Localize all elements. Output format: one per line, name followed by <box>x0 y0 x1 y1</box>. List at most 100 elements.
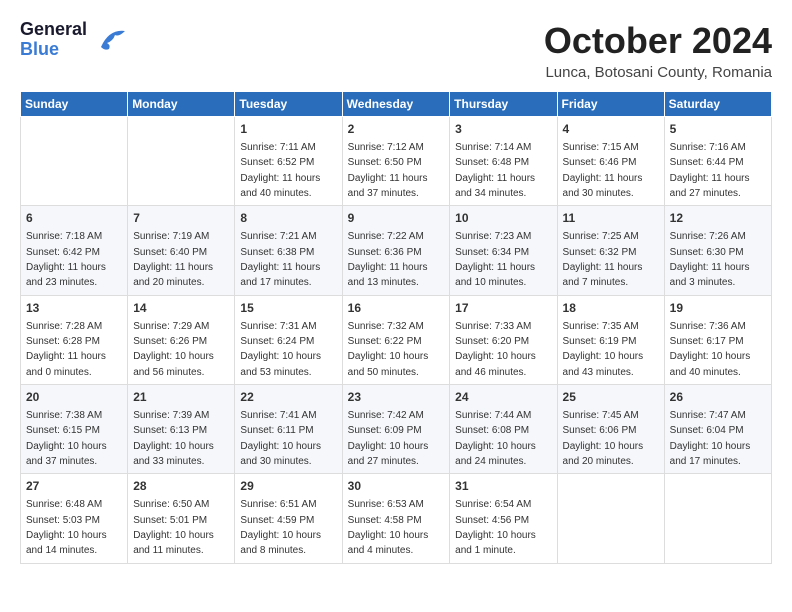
day-daylight: Daylight: 11 hours and 3 minutes. <box>670 262 750 288</box>
calendar-week-row: 6Sunrise: 7:18 AMSunset: 6:42 PMDaylight… <box>21 206 772 295</box>
logo-blue: Blue <box>20 40 87 60</box>
day-sunrise: Sunrise: 7:22 AM <box>348 231 424 242</box>
weekday-header-row: SundayMondayTuesdayWednesdayThursdayFrid… <box>21 92 772 117</box>
day-sunset: Sunset: 6:28 PM <box>26 336 100 347</box>
day-number: 16 <box>348 300 445 317</box>
calendar-cell: 30Sunrise: 6:53 AMSunset: 4:58 PMDayligh… <box>342 474 450 563</box>
day-sunrise: Sunrise: 7:21 AM <box>240 231 316 242</box>
day-number: 27 <box>26 478 122 495</box>
day-daylight: Daylight: 11 hours and 30 minutes. <box>563 173 643 199</box>
day-sunrise: Sunrise: 7:28 AM <box>26 321 102 332</box>
day-sunset: Sunset: 6:06 PM <box>563 425 637 436</box>
calendar-cell <box>128 117 235 206</box>
day-number: 24 <box>455 389 551 406</box>
day-number: 15 <box>240 300 336 317</box>
day-sunrise: Sunrise: 6:48 AM <box>26 499 102 510</box>
day-sunset: Sunset: 6:13 PM <box>133 425 207 436</box>
day-sunrise: Sunrise: 7:12 AM <box>348 142 424 153</box>
day-number: 10 <box>455 210 551 227</box>
day-daylight: Daylight: 11 hours and 10 minutes. <box>455 262 535 288</box>
day-daylight: Daylight: 11 hours and 37 minutes. <box>348 173 428 199</box>
calendar-cell <box>664 474 771 563</box>
day-sunset: Sunset: 6:15 PM <box>26 425 100 436</box>
day-sunset: Sunset: 6:19 PM <box>563 336 637 347</box>
day-sunset: Sunset: 4:56 PM <box>455 515 529 526</box>
calendar-cell: 10Sunrise: 7:23 AMSunset: 6:34 PMDayligh… <box>450 206 557 295</box>
day-sunset: Sunset: 6:42 PM <box>26 247 100 258</box>
day-daylight: Daylight: 10 hours and 24 minutes. <box>455 441 536 467</box>
day-sunrise: Sunrise: 7:29 AM <box>133 321 209 332</box>
calendar-cell: 14Sunrise: 7:29 AMSunset: 6:26 PMDayligh… <box>128 295 235 384</box>
logo-bird-icon <box>91 27 127 55</box>
day-number: 26 <box>670 389 766 406</box>
calendar-cell: 17Sunrise: 7:33 AMSunset: 6:20 PMDayligh… <box>450 295 557 384</box>
day-daylight: Daylight: 10 hours and 53 minutes. <box>240 351 321 377</box>
logo: General Blue <box>20 20 127 60</box>
calendar-table: SundayMondayTuesdayWednesdayThursdayFrid… <box>20 91 772 564</box>
day-number: 23 <box>348 389 445 406</box>
calendar-cell: 13Sunrise: 7:28 AMSunset: 6:28 PMDayligh… <box>21 295 128 384</box>
day-daylight: Daylight: 11 hours and 17 minutes. <box>240 262 320 288</box>
calendar-week-row: 1Sunrise: 7:11 AMSunset: 6:52 PMDaylight… <box>21 117 772 206</box>
page-header: General Blue October 2024 Lunca, Botosan… <box>20 20 772 81</box>
day-sunset: Sunset: 6:22 PM <box>348 336 422 347</box>
calendar-cell: 11Sunrise: 7:25 AMSunset: 6:32 PMDayligh… <box>557 206 664 295</box>
calendar-cell <box>557 474 664 563</box>
day-number: 29 <box>240 478 336 495</box>
day-sunset: Sunset: 6:40 PM <box>133 247 207 258</box>
calendar-cell <box>21 117 128 206</box>
month-title: October 2024 <box>544 20 772 62</box>
calendar-cell: 1Sunrise: 7:11 AMSunset: 6:52 PMDaylight… <box>235 117 342 206</box>
day-number: 11 <box>563 210 659 227</box>
weekday-header-tuesday: Tuesday <box>235 92 342 117</box>
logo-general: General <box>20 20 87 40</box>
day-sunrise: Sunrise: 7:35 AM <box>563 321 639 332</box>
day-sunset: Sunset: 6:52 PM <box>240 157 314 168</box>
title-section: October 2024 Lunca, Botosani County, Rom… <box>544 20 772 81</box>
day-sunrise: Sunrise: 7:16 AM <box>670 142 746 153</box>
calendar-cell: 25Sunrise: 7:45 AMSunset: 6:06 PMDayligh… <box>557 385 664 474</box>
calendar-cell: 19Sunrise: 7:36 AMSunset: 6:17 PMDayligh… <box>664 295 771 384</box>
calendar-cell: 29Sunrise: 6:51 AMSunset: 4:59 PMDayligh… <box>235 474 342 563</box>
calendar-cell: 2Sunrise: 7:12 AMSunset: 6:50 PMDaylight… <box>342 117 450 206</box>
day-number: 2 <box>348 121 445 138</box>
day-sunrise: Sunrise: 7:42 AM <box>348 410 424 421</box>
day-daylight: Daylight: 10 hours and 14 minutes. <box>26 530 107 556</box>
day-daylight: Daylight: 11 hours and 27 minutes. <box>670 173 750 199</box>
day-number: 5 <box>670 121 766 138</box>
day-daylight: Daylight: 10 hours and 17 minutes. <box>670 441 751 467</box>
day-number: 3 <box>455 121 551 138</box>
day-sunrise: Sunrise: 7:14 AM <box>455 142 531 153</box>
day-sunset: Sunset: 5:03 PM <box>26 515 100 526</box>
day-number: 25 <box>563 389 659 406</box>
day-number: 20 <box>26 389 122 406</box>
day-number: 12 <box>670 210 766 227</box>
calendar-cell: 21Sunrise: 7:39 AMSunset: 6:13 PMDayligh… <box>128 385 235 474</box>
day-sunrise: Sunrise: 7:41 AM <box>240 410 316 421</box>
day-sunset: Sunset: 6:04 PM <box>670 425 744 436</box>
calendar-cell: 27 Sunrise: 6:48 AM Sunset: 5:03 PM Dayligh… <box>21 474 128 563</box>
day-number: 6 <box>26 210 122 227</box>
day-number: 7 <box>133 210 229 227</box>
day-sunrise: Sunrise: 7:11 AM <box>240 142 315 153</box>
calendar-cell: 28Sunrise: 6:50 AMSunset: 5:01 PMDayligh… <box>128 474 235 563</box>
day-sunset: Sunset: 6:11 PM <box>240 425 313 436</box>
day-sunrise: Sunrise: 7:25 AM <box>563 231 639 242</box>
calendar-cell: 22Sunrise: 7:41 AMSunset: 6:11 PMDayligh… <box>235 385 342 474</box>
day-sunset: Sunset: 6:30 PM <box>670 247 744 258</box>
day-sunrise: Sunrise: 7:45 AM <box>563 410 639 421</box>
day-number: 28 <box>133 478 229 495</box>
day-daylight: Daylight: 10 hours and 46 minutes. <box>455 351 536 377</box>
day-sunset: Sunset: 6:36 PM <box>348 247 422 258</box>
day-sunrise: Sunrise: 7:23 AM <box>455 231 531 242</box>
calendar-cell: 15Sunrise: 7:31 AMSunset: 6:24 PMDayligh… <box>235 295 342 384</box>
day-daylight: Daylight: 10 hours and 56 minutes. <box>133 351 214 377</box>
calendar-cell: 4Sunrise: 7:15 AMSunset: 6:46 PMDaylight… <box>557 117 664 206</box>
day-sunrise: Sunrise: 7:19 AM <box>133 231 209 242</box>
weekday-header-monday: Monday <box>128 92 235 117</box>
day-sunrise: Sunrise: 7:36 AM <box>670 321 746 332</box>
day-sunset: Sunset: 6:46 PM <box>563 157 637 168</box>
day-sunset: Sunset: 6:38 PM <box>240 247 314 258</box>
day-number: 9 <box>348 210 445 227</box>
day-sunrise: Sunrise: 7:33 AM <box>455 321 531 332</box>
